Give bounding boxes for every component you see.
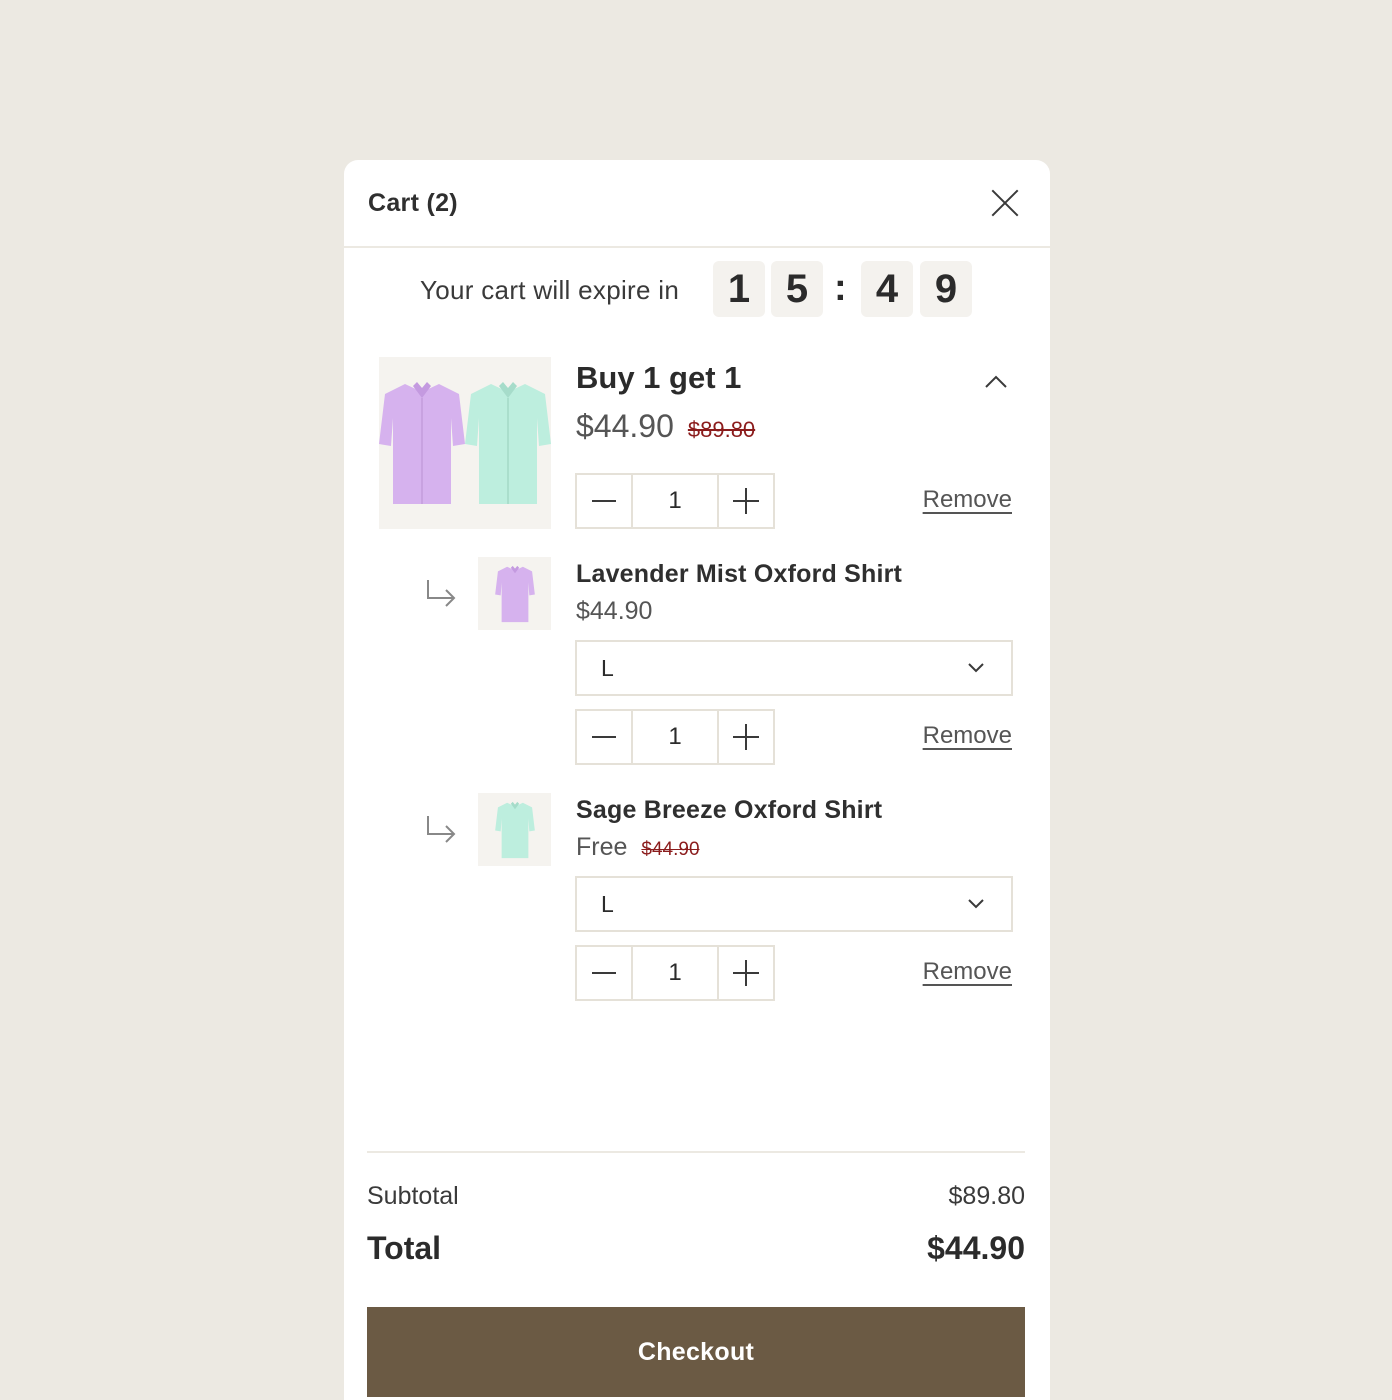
size-select-value: L xyxy=(601,890,614,917)
timer-digit-seconds-ones: 9 xyxy=(920,261,972,317)
bundle-title: Buy 1 get 1 xyxy=(576,360,742,395)
plus-icon xyxy=(733,488,759,514)
size-select-value: L xyxy=(601,654,614,681)
plus-icon xyxy=(733,960,759,986)
item-price-row: Free $44.90 xyxy=(576,833,700,862)
item-title: Lavender Mist Oxford Shirt xyxy=(576,560,903,588)
cart-header: Cart (2) xyxy=(344,160,1050,248)
item-remove-link[interactable]: Remove xyxy=(923,722,1012,750)
lavender-shirt-icon xyxy=(379,382,465,504)
increment-button[interactable] xyxy=(719,947,773,999)
item-title: Sage Breeze Oxford Shirt xyxy=(576,796,883,824)
checkout-button[interactable]: Checkout xyxy=(367,1307,1025,1397)
sage-shirt-icon xyxy=(494,801,535,858)
size-select[interactable]: L xyxy=(575,876,1013,932)
quantity-value[interactable]: 1 xyxy=(631,475,719,527)
bundle-remove-link[interactable]: Remove xyxy=(923,486,1012,514)
cart-drawer: Cart (2) Your cart will expire in 1 5 : … xyxy=(344,160,1050,1400)
total-row: Total $44.90 xyxy=(367,1230,1025,1267)
item-original-price: $44.90 xyxy=(641,839,700,860)
timer-digit-minutes-ones: 5 xyxy=(771,261,823,317)
quantity-value[interactable]: 1 xyxy=(631,711,719,763)
bundle-quantity-stepper: 1 xyxy=(575,473,775,529)
lavender-shirt-icon xyxy=(494,565,535,622)
subtotal-label: Subtotal xyxy=(367,1182,459,1210)
quantity-value[interactable]: 1 xyxy=(631,947,719,999)
decrement-button[interactable] xyxy=(577,947,631,999)
increment-button[interactable] xyxy=(719,711,773,763)
chevron-down-icon xyxy=(968,663,984,673)
lavender-shirt-thumbnail xyxy=(478,557,551,630)
minus-icon xyxy=(592,500,616,502)
decrement-button[interactable] xyxy=(577,711,631,763)
close-icon[interactable] xyxy=(990,188,1020,218)
summary-divider xyxy=(367,1151,1025,1153)
size-select[interactable]: L xyxy=(575,640,1013,696)
sub-item-arrow-icon xyxy=(427,580,456,607)
sage-shirt-thumbnail xyxy=(478,793,551,866)
item-price-row: $44.90 xyxy=(576,597,652,626)
timer-digit-seconds-tens: 4 xyxy=(861,261,913,317)
bundle-price: $44.90 xyxy=(576,408,674,444)
bundle-image xyxy=(379,357,551,529)
total-value: $44.90 xyxy=(927,1230,1025,1266)
item-price: Free xyxy=(576,833,628,861)
timer-digit-minutes-tens: 1 xyxy=(713,261,765,317)
minus-icon xyxy=(592,972,616,974)
chevron-up-icon[interactable] xyxy=(984,370,1008,394)
item-price: $44.90 xyxy=(576,597,653,625)
item-remove-link[interactable]: Remove xyxy=(923,958,1012,986)
minus-icon xyxy=(592,736,616,738)
plus-icon xyxy=(733,724,759,750)
total-label: Total xyxy=(367,1230,442,1266)
decrement-button[interactable] xyxy=(577,475,631,527)
increment-button[interactable] xyxy=(719,475,773,527)
sage-shirt-icon xyxy=(465,382,551,504)
timer-label: Your cart will expire in xyxy=(420,275,680,305)
item-quantity-stepper: 1 xyxy=(575,709,775,765)
timer-separator: : xyxy=(834,267,847,309)
subtotal-value: $89.80 xyxy=(948,1182,1025,1210)
cart-title: Cart (2) xyxy=(368,188,458,217)
sub-item-arrow-icon xyxy=(427,816,456,843)
chevron-down-icon xyxy=(968,899,984,909)
item-quantity-stepper: 1 xyxy=(575,945,775,1001)
subtotal-row: Subtotal $89.80 xyxy=(367,1182,1025,1211)
bundle-price-row: $44.90 $89.80 xyxy=(576,408,755,445)
bundle-original-price: $89.80 xyxy=(687,417,756,442)
